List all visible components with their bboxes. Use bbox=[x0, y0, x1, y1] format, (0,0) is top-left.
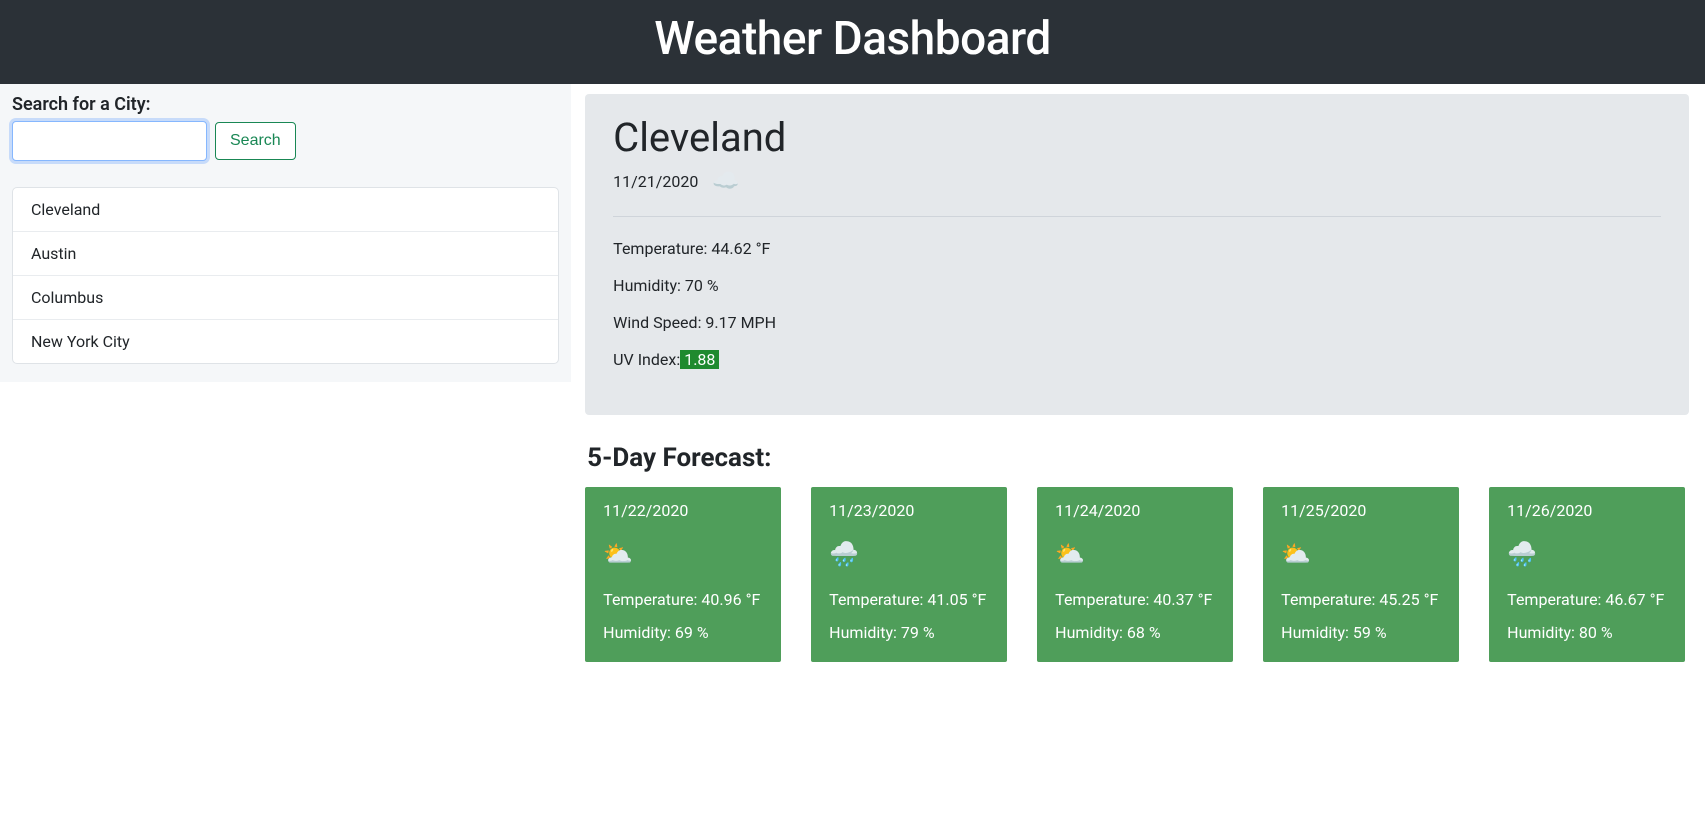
history-item[interactable]: Austin bbox=[13, 232, 558, 276]
forecast-date: 11/23/2020 bbox=[829, 501, 989, 520]
temp-label: Temperature: bbox=[613, 239, 707, 258]
current-city-name: Cleveland bbox=[613, 114, 1661, 161]
uv-badge: 1.88 bbox=[680, 350, 719, 369]
forecast-humidity: Humidity: 79 % bbox=[829, 623, 989, 642]
search-label: Search for a City: bbox=[12, 94, 559, 115]
cloud-icon: ⛅ bbox=[1281, 540, 1441, 568]
forecast-card: 11/25/2020 ⛅ Temperature: 45.25 °F Humid… bbox=[1263, 487, 1459, 662]
forecast-humidity: Humidity: 69 % bbox=[603, 623, 763, 642]
main-content: Cleveland 11/21/2020 ☁️ Temperature: 44.… bbox=[571, 84, 1705, 682]
forecast-humidity: Humidity: 59 % bbox=[1281, 623, 1441, 642]
divider bbox=[613, 216, 1661, 217]
humidity-label: Humidity: bbox=[613, 276, 681, 295]
page-title: Weather Dashboard bbox=[0, 12, 1705, 66]
rain-icon: 🌧️ bbox=[1507, 540, 1667, 568]
forecast-temp: Temperature: 45.25 °F bbox=[1281, 590, 1441, 609]
history-item[interactable]: Columbus bbox=[13, 276, 558, 320]
forecast-temp: Temperature: 46.67 °F bbox=[1507, 590, 1667, 609]
forecast-date: 11/24/2020 bbox=[1055, 501, 1215, 520]
current-temperature: Temperature: 44.62 °F bbox=[613, 239, 1661, 258]
cloud-icon: ☁️ bbox=[712, 169, 739, 194]
page-header: Weather Dashboard bbox=[0, 0, 1705, 84]
current-date-row: 11/21/2020 ☁️ bbox=[613, 169, 1661, 194]
current-date: 11/21/2020 bbox=[613, 172, 698, 191]
forecast-card: 11/22/2020 ⛅ Temperature: 40.96 °F Humid… bbox=[585, 487, 781, 662]
history-item[interactable]: Cleveland bbox=[13, 188, 558, 232]
forecast-card: 11/26/2020 🌧️ Temperature: 46.67 °F Humi… bbox=[1489, 487, 1685, 662]
forecast-temp: Temperature: 41.05 °F bbox=[829, 590, 989, 609]
cloud-icon: ⛅ bbox=[1055, 540, 1215, 568]
uv-label: UV Index: bbox=[613, 350, 680, 369]
sidebar: Search for a City: Search Cleveland Aust… bbox=[0, 84, 571, 382]
forecast-title: 5-Day Forecast: bbox=[587, 443, 1689, 473]
current-weather-card: Cleveland 11/21/2020 ☁️ Temperature: 44.… bbox=[585, 94, 1689, 415]
current-uv: UV Index:1.88 bbox=[613, 350, 1661, 369]
forecast-temp: Temperature: 40.96 °F bbox=[603, 590, 763, 609]
humidity-value: 70 % bbox=[685, 276, 719, 295]
cloud-icon: ⛅ bbox=[603, 540, 763, 568]
city-search-input[interactable] bbox=[12, 121, 207, 161]
forecast-row: 11/22/2020 ⛅ Temperature: 40.96 °F Humid… bbox=[585, 487, 1689, 662]
forecast-card: 11/24/2020 ⛅ Temperature: 40.37 °F Humid… bbox=[1037, 487, 1233, 662]
forecast-date: 11/22/2020 bbox=[603, 501, 763, 520]
rain-icon: 🌧️ bbox=[829, 540, 989, 568]
search-history-list: Cleveland Austin Columbus New York City bbox=[12, 187, 559, 364]
wind-value: 9.17 MPH bbox=[705, 313, 776, 332]
current-humidity: Humidity: 70 % bbox=[613, 276, 1661, 295]
forecast-humidity: Humidity: 68 % bbox=[1055, 623, 1215, 642]
search-row: Search bbox=[12, 121, 559, 161]
forecast-date: 11/25/2020 bbox=[1281, 501, 1441, 520]
forecast-date: 11/26/2020 bbox=[1507, 501, 1667, 520]
forecast-humidity: Humidity: 80 % bbox=[1507, 623, 1667, 642]
current-wind: Wind Speed: 9.17 MPH bbox=[613, 313, 1661, 332]
temp-value: 44.62 °F bbox=[711, 239, 770, 258]
search-button[interactable]: Search bbox=[215, 122, 296, 160]
forecast-temp: Temperature: 40.37 °F bbox=[1055, 590, 1215, 609]
history-item[interactable]: New York City bbox=[13, 320, 558, 363]
wind-label: Wind Speed: bbox=[613, 313, 701, 332]
forecast-card: 11/23/2020 🌧️ Temperature: 41.05 °F Humi… bbox=[811, 487, 1007, 662]
